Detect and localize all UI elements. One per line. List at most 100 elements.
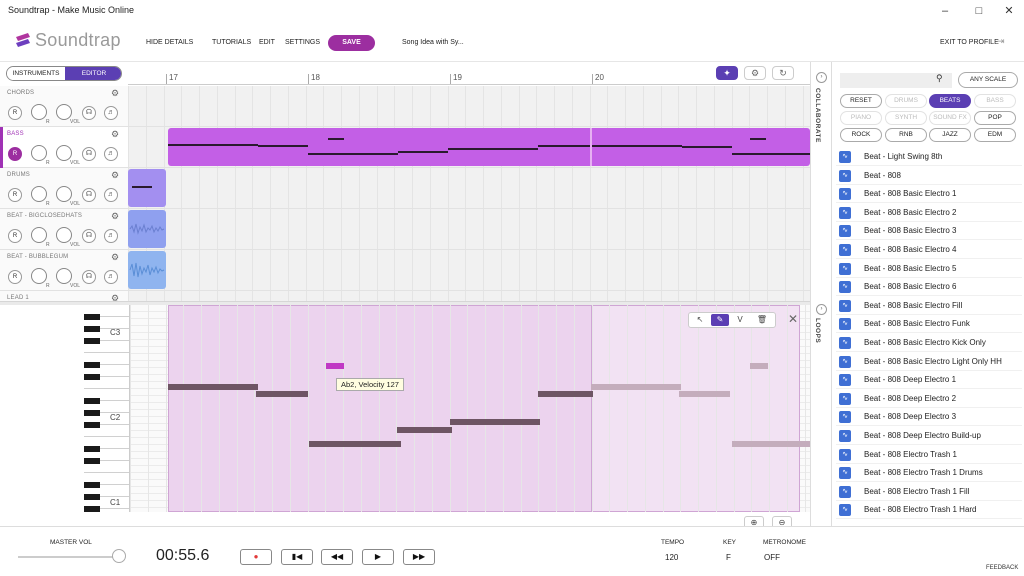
skip-to-start-icon[interactable]: ▮◀ — [281, 549, 313, 565]
settings-menu[interactable]: SETTINGS — [285, 39, 320, 46]
record-arm-button[interactable]: R — [8, 106, 22, 120]
filter-chip[interactable]: ROCK — [840, 128, 882, 142]
minimize-icon[interactable]: – — [930, 2, 960, 20]
trash-icon[interactable]: 🗑 — [753, 314, 771, 326]
exit-to-profile-link[interactable]: EXIT TO PROFILE — [940, 39, 999, 46]
track-header[interactable]: BASS ⚙ R R VOL ☊ ♬ — [0, 127, 128, 168]
black-key[interactable] — [84, 446, 100, 452]
metronome-value[interactable]: OFF — [764, 553, 780, 562]
headphones-icon[interactable]: ☊ — [82, 270, 96, 284]
black-key[interactable] — [84, 494, 100, 500]
filter-chip[interactable]: BASS — [974, 94, 1016, 108]
black-key[interactable] — [84, 410, 100, 416]
volume-knob[interactable] — [56, 186, 72, 202]
bigclosedhats-clip[interactable] — [128, 210, 166, 248]
piano-note-ghost[interactable] — [679, 391, 730, 397]
loop-item[interactable]: ∿ Beat - Light Swing 8th — [836, 148, 1022, 166]
loop-item[interactable]: ∿ Beat - 808 Deep Electro 3 — [836, 408, 1022, 427]
loop-item[interactable]: ∿ Beat - 808 Basic Electro Kick Only — [836, 334, 1022, 352]
master-volume-thumb[interactable] — [112, 549, 126, 563]
edit-menu[interactable]: EDIT — [259, 39, 275, 46]
search-icon[interactable]: ⚲ — [936, 73, 943, 84]
loop-item[interactable]: ∿ Beat - 808 Basic Electro 2 — [836, 204, 1022, 222]
piano-note[interactable] — [538, 391, 593, 397]
pan-knob[interactable] — [31, 186, 47, 202]
headphones-icon[interactable]: ☊ — [82, 229, 96, 243]
select-cursor-icon[interactable]: ↖ — [691, 314, 709, 326]
bubblegum-clip[interactable] — [128, 251, 166, 289]
loop-item[interactable]: ∿ Beat - 808 Deep Electro 1 — [836, 371, 1022, 390]
volume-knob[interactable] — [56, 227, 72, 243]
arrangement-view[interactable] — [128, 86, 810, 301]
loop-item[interactable]: ∿ Beat - 808 Electro Trash 1 Hard — [836, 501, 1022, 520]
black-key[interactable] — [84, 314, 100, 320]
maximize-icon[interactable]: □ — [964, 2, 994, 20]
feedback-link[interactable]: FEEDBACK — [986, 565, 1018, 571]
track-settings-icon[interactable]: ⚙ — [111, 293, 119, 301]
black-key[interactable] — [84, 422, 100, 428]
volume-knob[interactable] — [56, 104, 72, 120]
any-scale-button[interactable]: ANY SCALE — [958, 72, 1018, 88]
loop-item[interactable]: ∿ Beat - 808 Electro Trash 1 Fill — [836, 483, 1022, 501]
track-header[interactable]: LEAD 1⚙RRVOL☊♬ — [0, 291, 128, 301]
filter-chip[interactable]: SYNTH — [885, 111, 927, 125]
loop-item[interactable]: ∿ Beat - 808 Basic Electro Funk — [836, 315, 1022, 334]
mute-icon[interactable]: ♬ — [104, 188, 118, 202]
headphones-icon[interactable]: ☊ — [82, 147, 96, 161]
tempo-value[interactable]: 120 — [665, 553, 678, 562]
filter-chip[interactable]: SOUND FX — [929, 111, 971, 125]
loop-item[interactable]: ∿ Beat - 808 Basic Electro Fill — [836, 297, 1022, 315]
track-settings-icon[interactable]: ⚙ — [111, 88, 119, 99]
filter-chip[interactable]: BEATS — [929, 94, 971, 108]
black-key[interactable] — [84, 482, 100, 488]
pan-knob[interactable] — [31, 268, 47, 284]
loop-item[interactable]: ∿ Beat - 808 Basic Electro 6 — [836, 278, 1022, 297]
chevron-right-icon[interactable]: › — [816, 304, 827, 315]
black-key[interactable] — [84, 338, 100, 344]
mute-icon[interactable]: ♬ — [104, 229, 118, 243]
bass-clip[interactable] — [168, 128, 810, 166]
piano-note-ghost[interactable] — [732, 441, 810, 447]
mute-icon[interactable]: ♬ — [104, 106, 118, 120]
loop-item[interactable]: ∿ Beat - 808 Basic Electro 3 — [836, 222, 1022, 241]
record-arm-button[interactable]: R — [8, 188, 22, 202]
hide-details-menu[interactable]: HIDE DETAILS — [146, 39, 193, 46]
piano-keyboard[interactable]: C3 C2 C1 — [84, 305, 130, 512]
loop-item[interactable]: ∿ Beat - 808 Electro Trash 1 — [836, 446, 1022, 464]
filter-chip[interactable]: EDM — [974, 128, 1016, 142]
filter-chip[interactable]: RESET — [840, 94, 882, 108]
filter-chip[interactable]: DRUMS — [885, 94, 927, 108]
black-key[interactable] — [84, 362, 100, 368]
black-key[interactable] — [84, 326, 100, 332]
piano-note-selected[interactable] — [326, 363, 344, 369]
collaborate-tab[interactable]: COLLABORATE — [814, 88, 821, 143]
track-settings-icon[interactable]: ⚙ — [111, 170, 119, 181]
track-settings-icon[interactable]: ⚙ — [111, 252, 119, 263]
track-header[interactable]: CHORDS ⚙ R R VOL ☊ ♬ — [0, 86, 128, 127]
volume-knob[interactable] — [56, 145, 72, 161]
loop-item[interactable]: ∿ Beat - 808 Deep Electro Build-up — [836, 427, 1022, 445]
loops-tab[interactable]: LOOPS — [814, 318, 821, 343]
loop-item[interactable]: ∿ Beat - 808 Deep Electro 2 — [836, 390, 1022, 408]
filter-chip[interactable]: POP — [974, 111, 1016, 125]
volume-knob[interactable] — [56, 268, 72, 284]
black-key[interactable] — [84, 398, 100, 404]
master-volume-slider[interactable] — [18, 556, 124, 558]
song-title[interactable]: Song Idea with Sy... — [402, 39, 464, 46]
velocity-tool[interactable]: V — [731, 314, 749, 326]
piano-note[interactable] — [450, 419, 540, 425]
close-editor-icon[interactable]: ✕ — [788, 312, 798, 326]
timeline-ruler[interactable]: 17 18 19 20 — [128, 70, 810, 85]
track-header[interactable]: DRUMS ⚙ R R VOL ☊ ♬ — [0, 168, 128, 209]
record-arm-button[interactable]: R — [8, 229, 22, 243]
loop-item[interactable]: ∿ Beat - 808 Basic Electro 5 — [836, 260, 1022, 278]
fast-forward-icon[interactable]: ▶▶ — [403, 549, 435, 565]
instruments-tab[interactable]: INSTRUMENTS — [7, 67, 65, 80]
pan-knob[interactable] — [31, 145, 47, 161]
mute-icon[interactable]: ♬ — [104, 147, 118, 161]
headphones-icon[interactable]: ☊ — [82, 188, 96, 202]
pan-knob[interactable] — [31, 227, 47, 243]
loop-item[interactable]: ∿ Beat - 808 Basic Electro 1 — [836, 185, 1022, 204]
loop-cycle-button[interactable]: ↻ — [772, 66, 794, 80]
loop-item[interactable]: ∿ Beat - 808 Basic Electro Light Only HH — [836, 353, 1022, 371]
